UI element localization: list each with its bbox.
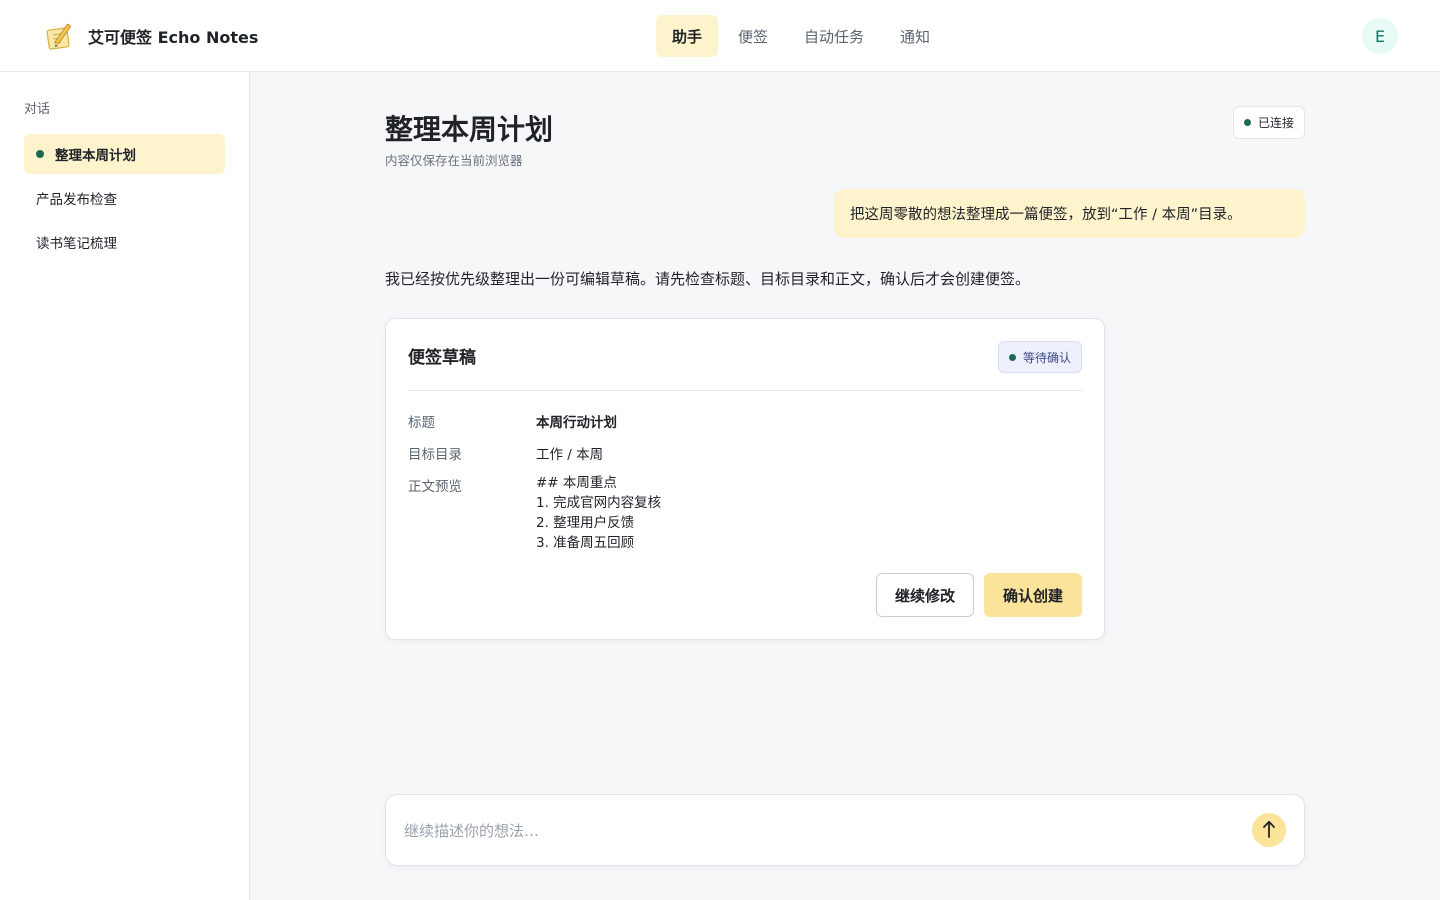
status-dot-icon <box>1243 119 1251 126</box>
draft-card-title: 便签草稿 <box>408 348 476 368</box>
page-subtitle: 内容仅保存在当前浏览器 <box>385 153 523 168</box>
active-dot-icon <box>36 150 44 158</box>
sidebar-heading: 对话 <box>24 102 51 117</box>
tab-assistant[interactable]: 助手 <box>656 15 719 57</box>
sidebar-item-label: 整理本周计划 <box>55 148 136 164</box>
user-message-bubble: 把这周零散的想法整理成一篇便签，放到“工作 / 本周”目录。 <box>834 189 1305 238</box>
connection-status-badge: 已连接 <box>1233 106 1305 139</box>
folder-field-value: 工作 / 本周 <box>536 447 604 463</box>
body-line: 3. 准备周五回顾 <box>536 535 635 551</box>
arrow-up-icon <box>1262 820 1276 841</box>
tab-notes[interactable]: 便签 <box>722 15 784 57</box>
body-line: 1. 完成官网内容复核 <box>536 495 662 511</box>
draft-status-label: 等待确认 <box>1022 350 1071 365</box>
tab-notifications[interactable]: 通知 <box>884 15 946 57</box>
draft-status-badge: 等待确认 <box>998 341 1082 373</box>
user-message-text: 把这周零散的想法整理成一篇便签，放到“工作 / 本周”目录。 <box>850 207 1242 223</box>
title-field-label: 标题 <box>408 415 435 431</box>
body-line: ## 本周重点 <box>536 475 617 491</box>
send-button[interactable] <box>1252 813 1286 847</box>
continue-editing-button[interactable]: 继续修改 <box>876 573 974 617</box>
brand[interactable]: 艾可便签 Echo Notes <box>44 20 258 52</box>
avatar[interactable]: E <box>1362 18 1398 54</box>
body-field-label: 正文预览 <box>408 479 462 495</box>
notepad-pencil-icon <box>44 20 76 52</box>
sidebar-item-label: 产品发布检查 <box>36 192 117 208</box>
body-preview: ## 本周重点 1. 完成官网内容复核 2. 整理用户反馈 3. 准备周五回顾 <box>536 473 661 553</box>
sidebar-item-weekly-plan[interactable]: 整理本周计划 <box>24 134 225 174</box>
sidebar-item-reading-notes[interactable]: 读书笔记梳理 <box>24 222 225 262</box>
sidebar: 对话 整理本周计划 产品发布检查 读书笔记梳理 <box>0 72 250 900</box>
tab-automations[interactable]: 自动任务 <box>788 15 880 57</box>
main-nav: 助手 便签 自动任务 通知 <box>656 15 950 57</box>
chat-main: 整理本周计划 内容仅保存在当前浏览器 已连接 把这周零散的想法整理成一篇便签，放… <box>250 72 1440 900</box>
body-line: 2. 整理用户反馈 <box>536 515 635 531</box>
page-title: 整理本周计划 <box>385 113 554 146</box>
note-draft-card: 便签草稿 等待确认 标题 本周行动计划 目标目录 工作 / 本周 正文预览 ##… <box>385 318 1105 640</box>
app-header: 艾可便签 Echo Notes 助手 便签 自动任务 通知 E <box>0 0 1440 72</box>
sidebar-item-release-check[interactable]: 产品发布检查 <box>24 178 225 218</box>
status-dot-icon <box>1008 353 1016 361</box>
brand-name: 艾可便签 Echo Notes <box>88 28 259 47</box>
card-divider <box>408 390 1082 391</box>
connection-status-label: 已连接 <box>1257 116 1294 130</box>
confirm-create-button[interactable]: 确认创建 <box>984 573 1082 617</box>
message-input[interactable] <box>404 815 1224 847</box>
title-field-value: 本周行动计划 <box>536 415 617 431</box>
assistant-message: 我已经按优先级整理出一份可编辑草稿。请先检查标题、目标目录和正文，确认后才会创建… <box>385 270 1031 288</box>
message-composer <box>385 794 1305 866</box>
folder-field-label: 目标目录 <box>408 447 462 463</box>
sidebar-item-label: 读书笔记梳理 <box>36 236 117 252</box>
